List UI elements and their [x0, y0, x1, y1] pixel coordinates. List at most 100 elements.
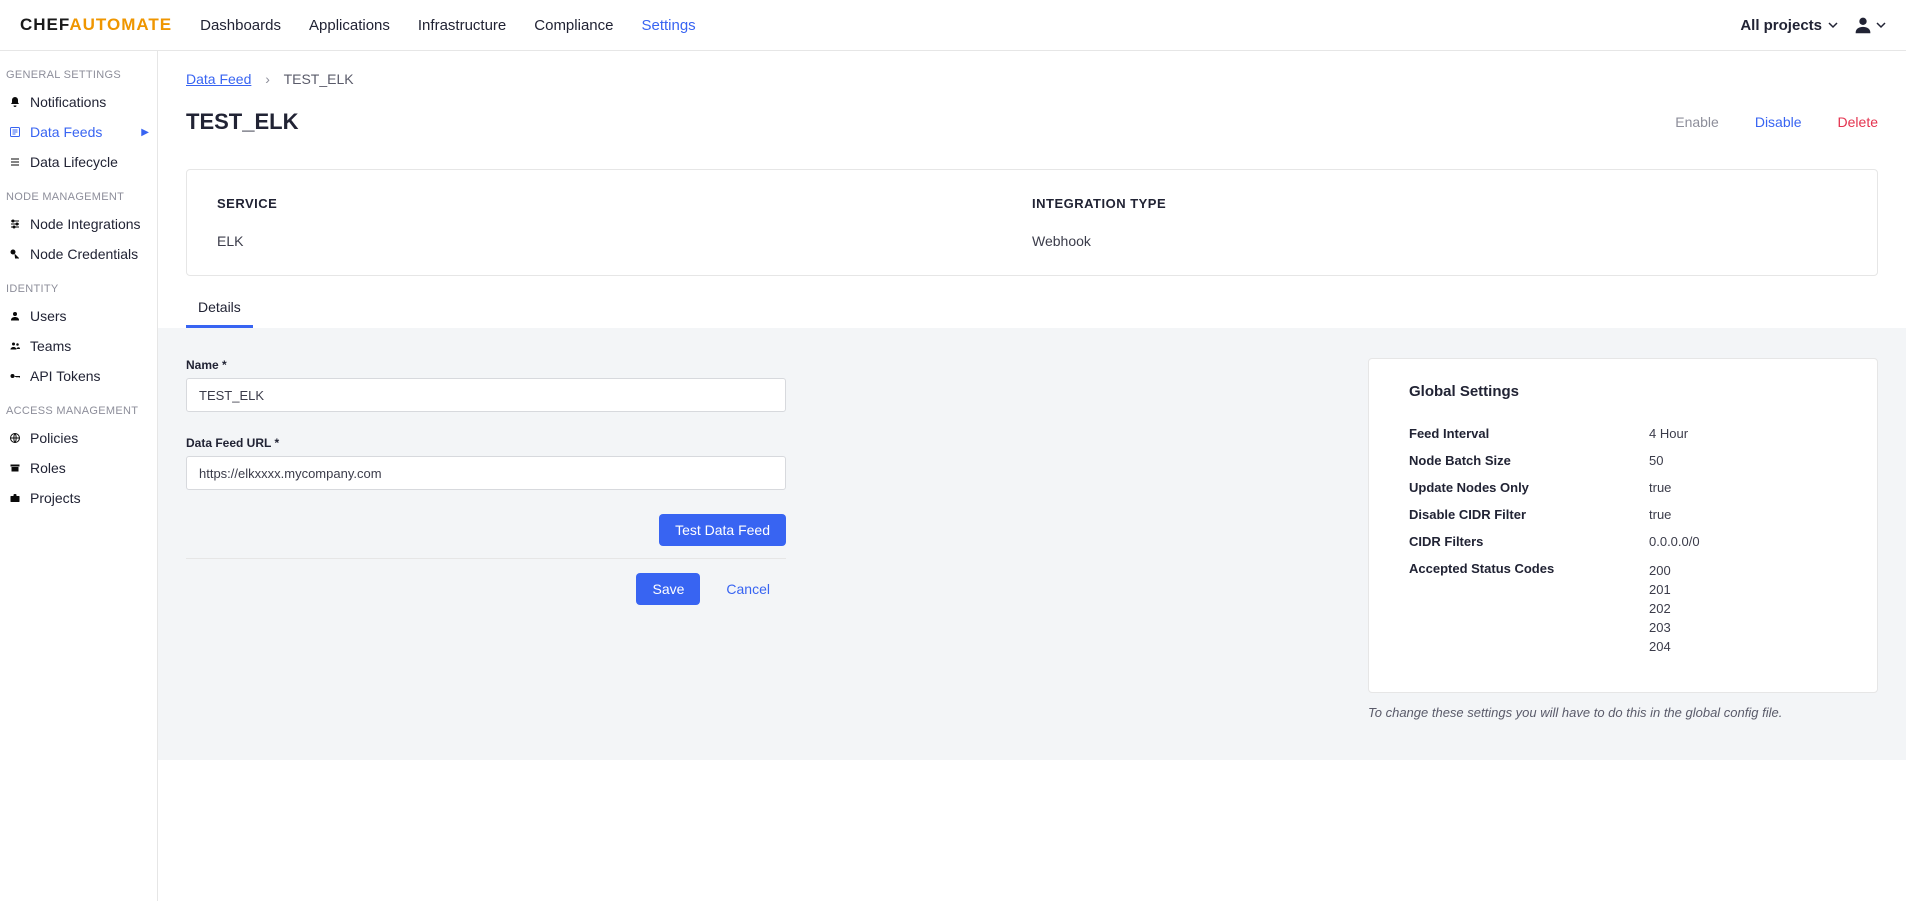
- sidebar-item-label: Node Integrations: [30, 216, 141, 232]
- name-label: Name *: [186, 358, 786, 372]
- global-settings-note: To change these settings you will have t…: [1368, 705, 1878, 720]
- sidebar-item-policies[interactable]: Policies: [0, 423, 157, 453]
- top-nav: CHEFAUTOMATE Dashboards Applications Inf…: [0, 0, 1906, 51]
- sidebar-item-node-integrations[interactable]: Node Integrations: [0, 209, 157, 239]
- status-code: 200: [1649, 561, 1671, 580]
- chevron-down-icon: [1828, 20, 1838, 30]
- globe-icon: [8, 432, 22, 444]
- enable-button[interactable]: Enable: [1675, 114, 1719, 130]
- global-settings-card: Global Settings Feed Interval 4 Hour Nod…: [1368, 358, 1878, 693]
- section-access-management: ACCESS MANAGEMENT: [0, 405, 157, 417]
- sidebar-item-node-credentials[interactable]: Node Credentials: [0, 239, 157, 269]
- user-icon: [1852, 14, 1874, 36]
- gs-val: true: [1649, 480, 1671, 495]
- sliders-icon: [8, 218, 22, 230]
- url-input[interactable]: [186, 456, 786, 490]
- nav-applications[interactable]: Applications: [309, 17, 390, 34]
- integration-type-value: Webhook: [1032, 233, 1847, 249]
- sidebar-item-teams[interactable]: Teams: [0, 331, 157, 361]
- archive-icon: [8, 462, 22, 474]
- status-code: 204: [1649, 637, 1671, 656]
- sidebar-item-data-feeds[interactable]: Data Feeds ▶: [0, 117, 157, 147]
- status-code: 201: [1649, 580, 1671, 599]
- gs-key: Feed Interval: [1409, 426, 1649, 441]
- nav-infrastructure[interactable]: Infrastructure: [418, 17, 506, 34]
- caret-right-icon: ▶: [141, 127, 149, 138]
- logo-automate: AUTOMATE: [69, 15, 172, 34]
- sidebar-item-notifications[interactable]: Notifications: [0, 87, 157, 117]
- gs-key: Accepted Status Codes: [1409, 561, 1649, 656]
- feed-icon: [8, 126, 22, 138]
- sidebar-item-label: Notifications: [30, 94, 106, 110]
- breadcrumb-current: TEST_ELK: [284, 71, 354, 87]
- test-data-feed-button[interactable]: Test Data Feed: [659, 514, 786, 546]
- delete-button[interactable]: Delete: [1838, 114, 1878, 130]
- status-code: 202: [1649, 599, 1671, 618]
- disable-button[interactable]: Disable: [1755, 114, 1802, 130]
- section-general-settings: GENERAL SETTINGS: [0, 69, 157, 81]
- sidebar: GENERAL SETTINGS Notifications Data Feed…: [0, 51, 158, 901]
- main-content: Data Feed › TEST_ELK TEST_ELK Enable Dis…: [158, 51, 1906, 901]
- status-code: 203: [1649, 618, 1671, 637]
- logo: CHEFAUTOMATE: [20, 15, 172, 35]
- sidebar-item-projects[interactable]: Projects: [0, 483, 157, 513]
- briefcase-icon: [8, 492, 22, 504]
- service-label: SERVICE: [217, 196, 1032, 211]
- key-icon: [8, 248, 22, 260]
- title-actions: Enable Disable Delete: [1675, 114, 1878, 130]
- cancel-button[interactable]: Cancel: [710, 573, 786, 605]
- nav-dashboards[interactable]: Dashboards: [200, 17, 281, 34]
- list-icon: [8, 156, 22, 168]
- form-column: Name * Data Feed URL * Test Data Feed Sa…: [186, 358, 786, 605]
- service-value: ELK: [217, 233, 1032, 249]
- gs-key: Disable CIDR Filter: [1409, 507, 1649, 522]
- divider: [186, 558, 786, 559]
- save-button[interactable]: Save: [636, 573, 700, 605]
- nav-compliance[interactable]: Compliance: [534, 17, 613, 34]
- gs-val: true: [1649, 507, 1671, 522]
- sidebar-item-users[interactable]: Users: [0, 301, 157, 331]
- sidebar-item-roles[interactable]: Roles: [0, 453, 157, 483]
- sidebar-item-label: Data Lifecycle: [30, 154, 118, 170]
- topnav-links: Dashboards Applications Infrastructure C…: [200, 17, 696, 34]
- page-title: TEST_ELK: [186, 109, 298, 135]
- details-area: Name * Data Feed URL * Test Data Feed Sa…: [158, 328, 1906, 760]
- user-icon: [8, 310, 22, 322]
- gs-val: 50: [1649, 453, 1663, 468]
- breadcrumb-root[interactable]: Data Feed: [186, 71, 251, 87]
- projects-dropdown[interactable]: All projects: [1740, 17, 1838, 34]
- nav-settings[interactable]: Settings: [641, 17, 695, 34]
- gs-val: 0.0.0.0/0: [1649, 534, 1700, 549]
- gs-key: Node Batch Size: [1409, 453, 1649, 468]
- bell-icon: [8, 96, 22, 108]
- global-settings-title: Global Settings: [1409, 383, 1837, 400]
- sidebar-item-api-tokens[interactable]: API Tokens: [0, 361, 157, 391]
- url-label: Data Feed URL *: [186, 436, 786, 450]
- section-node-management: NODE MANAGEMENT: [0, 191, 157, 203]
- breadcrumb: Data Feed › TEST_ELK: [186, 71, 1878, 87]
- logo-chef: CHEF: [20, 15, 69, 34]
- summary-card: SERVICE ELK INTEGRATION TYPE Webhook: [186, 169, 1878, 276]
- token-icon: [8, 370, 22, 382]
- section-identity: IDENTITY: [0, 283, 157, 295]
- name-input[interactable]: [186, 378, 786, 412]
- gs-val: 4 Hour: [1649, 426, 1688, 441]
- sidebar-item-label: Teams: [30, 338, 71, 354]
- sidebar-item-label: API Tokens: [30, 368, 101, 384]
- sidebar-item-data-lifecycle[interactable]: Data Lifecycle: [0, 147, 157, 177]
- global-settings-column: Global Settings Feed Interval 4 Hour Nod…: [1368, 358, 1878, 720]
- sidebar-item-label: Roles: [30, 460, 66, 476]
- gs-status-codes: 200 201 202 203 204: [1649, 561, 1671, 656]
- sidebar-item-label: Data Feeds: [30, 124, 102, 140]
- sidebar-item-label: Policies: [30, 430, 78, 446]
- sidebar-item-label: Projects: [30, 490, 81, 506]
- tab-bar: Details: [186, 288, 1878, 328]
- breadcrumb-sep: ›: [265, 71, 270, 87]
- tab-details[interactable]: Details: [186, 289, 253, 328]
- user-menu[interactable]: [1852, 14, 1886, 36]
- chevron-down-icon: [1876, 20, 1886, 30]
- projects-label: All projects: [1740, 17, 1822, 34]
- integration-type-label: INTEGRATION TYPE: [1032, 196, 1847, 211]
- sidebar-item-label: Users: [30, 308, 67, 324]
- gs-key: CIDR Filters: [1409, 534, 1649, 549]
